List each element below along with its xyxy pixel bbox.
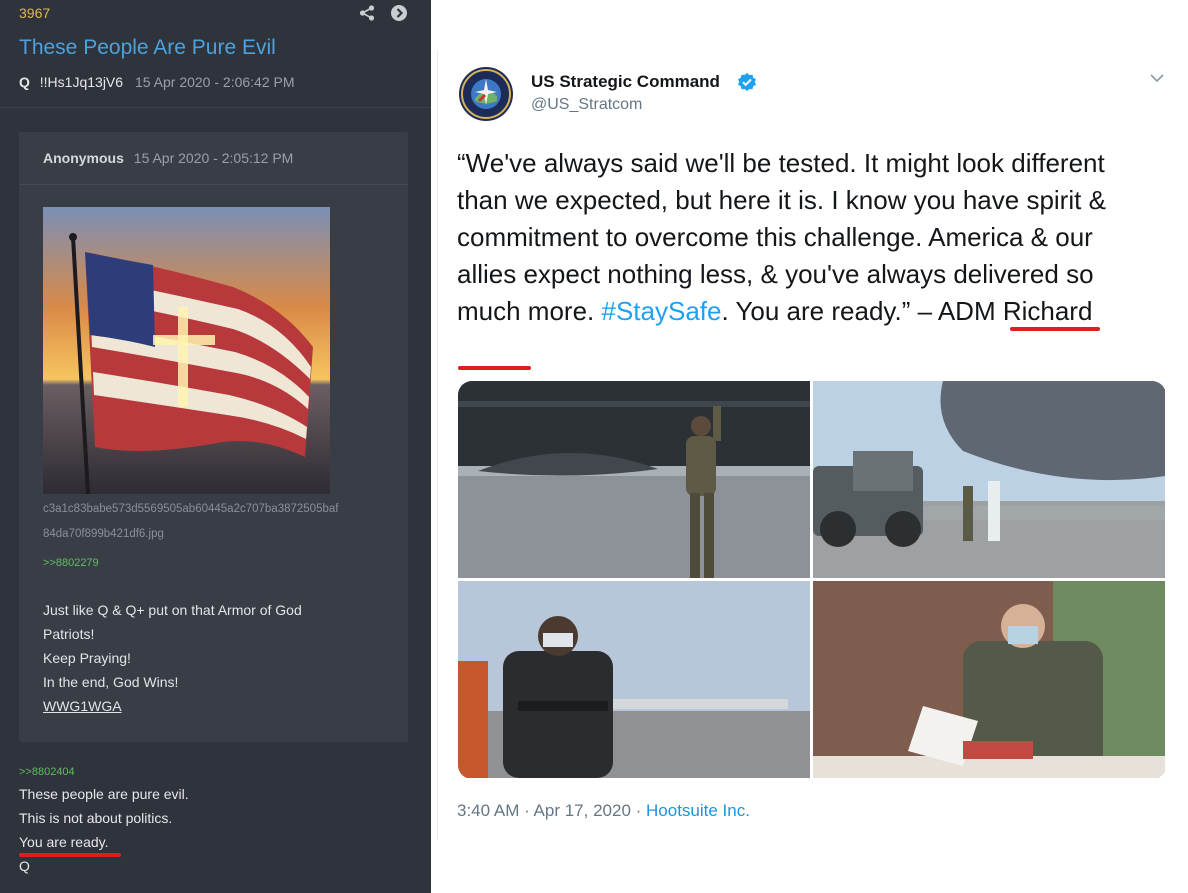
text-line: Patriots! (43, 626, 95, 642)
reply-link[interactable]: >>8802404 (19, 766, 189, 778)
image-filename-line[interactable]: 84da70f899b421df6.jpg (43, 522, 363, 547)
text-line-highlighted: You are ready. (19, 834, 109, 850)
text-line: Q (19, 858, 30, 874)
post-meta: Q !!Hs1Jq13jV6 15 Apr 2020 - 2:06:42 PM (19, 74, 295, 90)
photo-armed-airman[interactable] (458, 581, 810, 778)
text-line: This is not about politics. (19, 810, 173, 826)
text-line: Keep Praying! (43, 650, 131, 666)
text-line: WWG1WGA (43, 698, 122, 714)
tweet-source-link[interactable]: Hootsuite Inc. (646, 801, 750, 820)
photo-tow-tractor[interactable] (813, 381, 1165, 578)
tweet-footer: 3:40 AM · Apr 17, 2020 · Hootsuite Inc. (457, 801, 750, 821)
tweet-timestamp[interactable]: 3:40 AM · Apr 17, 2020 · (457, 801, 646, 820)
post-timestamp: 15 Apr 2020 - 2:06:42 PM (134, 74, 295, 90)
red-underline-annotation (1010, 327, 1100, 331)
post-author: Q (19, 74, 30, 90)
photo-pilot-paperwork[interactable] (813, 581, 1165, 778)
board-panel: 3967 These People Are Pure Evil Q !!Hs1J… (0, 0, 431, 893)
photo-grid (458, 381, 1166, 779)
text-line: These people are pure evil. (19, 786, 189, 802)
reply-post: >>8802404 These people are pure evil. Th… (19, 766, 189, 878)
hashtag-link[interactable]: #StaySafe (602, 296, 722, 326)
chevron-down-icon[interactable] (1149, 70, 1165, 86)
account-name[interactable]: US Strategic Command (531, 72, 720, 92)
tweet-card: US Strategic Command @US_Stratcom “We've… (437, 50, 1183, 840)
photo-bomber-hangar[interactable] (458, 381, 810, 578)
verified-badge-icon (738, 73, 756, 91)
divider (19, 184, 408, 185)
stratcom-seal-avatar[interactable] (458, 66, 514, 122)
tweet-text: “We've always said we'll be tested. It m… (457, 145, 1157, 330)
post-tripcode: !!Hs1Jq13jV6 (39, 74, 124, 90)
quoted-post: Anonymous 15 Apr 2020 - 2:05:12 PM c3a1c… (19, 132, 408, 742)
quoted-post-header: Anonymous 15 Apr 2020 - 2:05:12 PM (43, 150, 293, 166)
reply-text: These people are pure evil. This is not … (19, 782, 189, 878)
forward-arrow-icon[interactable] (390, 4, 408, 22)
post-title[interactable]: These People Are Pure Evil (19, 36, 276, 60)
tweet-text-part: . You are ready.” – ADM Richard (721, 296, 1093, 326)
quoted-post-text: Just like Q & Q+ put on that Armor of Go… (43, 598, 302, 718)
account-handle[interactable]: @US_Stratcom (531, 96, 642, 114)
share-icon[interactable] (358, 4, 376, 22)
flag-sunset-image[interactable] (43, 207, 330, 494)
quoted-post-timestamp: 15 Apr 2020 - 2:05:12 PM (133, 150, 294, 166)
image-filename[interactable]: c3a1c83babe573d5569505ab60445a2c707ba387… (43, 497, 363, 547)
quote-reply-link[interactable]: >>8802279 (43, 557, 99, 569)
text-line: In the end, God Wins! (43, 674, 179, 690)
divider (0, 107, 431, 108)
red-underline-annotation (19, 853, 121, 857)
quoted-post-author: Anonymous (43, 150, 124, 166)
red-underline-annotation (458, 366, 531, 370)
post-number[interactable]: 3967 (19, 5, 50, 21)
text-line: Just like Q & Q+ put on that Armor of Go… (43, 602, 302, 618)
post-actions (358, 4, 408, 22)
image-filename-line[interactable]: c3a1c83babe573d5569505ab60445a2c707ba387… (43, 497, 363, 522)
